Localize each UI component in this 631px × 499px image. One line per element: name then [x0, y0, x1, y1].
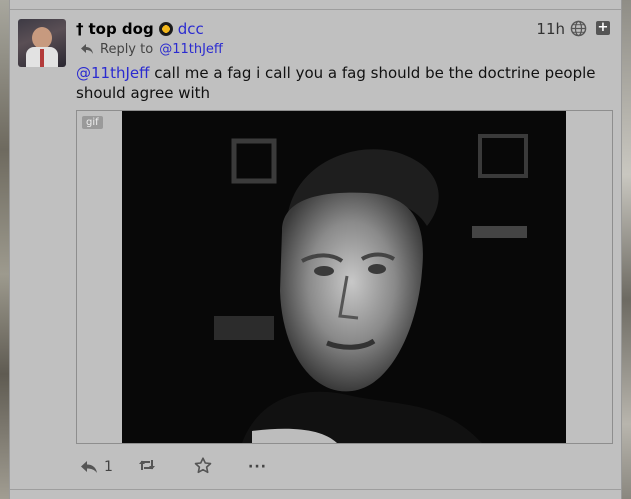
background-left [0, 0, 9, 499]
media-attachment[interactable]: gif [76, 110, 613, 444]
more-icon: ··· [248, 459, 267, 475]
name-prefix: † [76, 20, 84, 38]
divider-bottom [10, 489, 621, 490]
background-right [622, 0, 631, 499]
post-content: @11thJeff call me a fag i call you a fag… [76, 63, 616, 103]
user-handle[interactable]: dcc [178, 20, 204, 38]
gif-badge: gif [82, 116, 103, 129]
mention-link[interactable]: @11thJeff [76, 64, 149, 82]
reply-arrow-icon [81, 44, 93, 54]
post-actions: 1 ··· [80, 456, 267, 478]
timestamp[interactable]: 11h [536, 20, 565, 38]
divider-top [10, 9, 621, 10]
media-image[interactable] [122, 111, 566, 443]
avatar-tie [40, 49, 44, 67]
avatar-face [32, 27, 52, 49]
post-header: † top dog dcc [76, 19, 204, 39]
reply-button[interactable]: 1 [80, 459, 138, 475]
boost-icon [139, 460, 155, 470]
post-panel: † top dog dcc 11h + Reply to @11thJeff @… [9, 0, 622, 499]
favorite-button[interactable] [194, 456, 248, 478]
star-icon [194, 456, 212, 473]
portrait-image [122, 111, 566, 443]
reply-prefix: Reply to [100, 41, 154, 57]
display-name[interactable]: top dog [89, 20, 154, 38]
reply-indicator: Reply to @11thJeff [80, 40, 223, 58]
boost-button[interactable] [138, 458, 194, 476]
expand-plus-icon[interactable]: + [596, 21, 610, 35]
reply-count: 1 [104, 459, 113, 475]
reply-icon [81, 461, 97, 473]
post-text: call me a fag i call you a fag should be… [76, 64, 596, 102]
avatar[interactable] [18, 19, 66, 67]
anarchist-flag-icon [158, 22, 173, 36]
globe-icon[interactable] [570, 20, 587, 37]
more-button[interactable]: ··· [248, 459, 267, 475]
reply-to-handle[interactable]: @11thJeff [159, 42, 223, 57]
